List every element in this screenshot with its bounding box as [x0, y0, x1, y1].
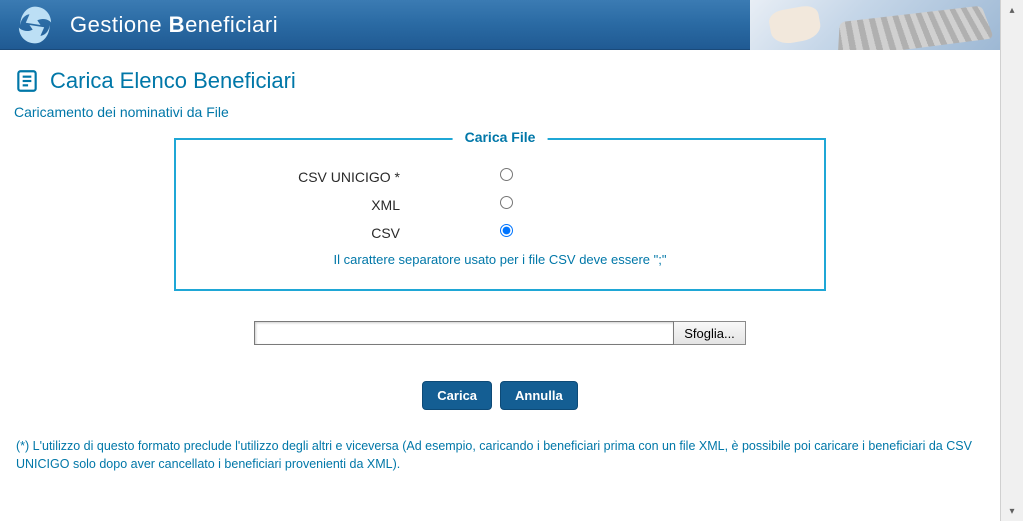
file-path-input[interactable] — [254, 321, 674, 345]
document-icon — [14, 68, 40, 94]
radio-label: CSV — [196, 225, 500, 241]
radio-label: XML — [196, 197, 500, 213]
header-title-rest: eneficiari — [185, 12, 278, 37]
page-subtitle: Caricamento dei nominativi da File — [14, 104, 986, 120]
swirl-logo-icon — [0, 0, 70, 50]
header-banner: Gestione Beneficiari — [0, 0, 1000, 50]
action-row: Carica Annulla — [14, 381, 986, 410]
content: Carica Elenco Beneficiari Caricamento de… — [0, 50, 1000, 483]
page-title-row: Carica Elenco Beneficiari — [14, 68, 986, 94]
header-decorative-image — [750, 0, 1000, 50]
page-title: Carica Elenco Beneficiari — [50, 68, 296, 94]
cancel-button[interactable]: Annulla — [500, 381, 578, 410]
radio-label: CSV UNICIGO * — [196, 169, 500, 185]
load-button[interactable]: Carica — [422, 381, 492, 410]
radio-xml[interactable] — [500, 196, 513, 209]
fieldset-note: Il carattere separatore usato per i file… — [196, 252, 804, 267]
radio-csv[interactable] — [500, 224, 513, 237]
fieldset-legend: Carica File — [453, 129, 548, 145]
radio-row-csv-unicigo: CSV UNICIGO * — [196, 168, 804, 186]
file-input-row: Sfoglia... — [14, 321, 986, 345]
browse-button[interactable]: Sfoglia... — [674, 321, 746, 345]
scroll-down-icon[interactable]: ▾ — [1001, 501, 1023, 521]
header-title: Gestione Beneficiari — [70, 12, 278, 38]
footnote: (*) L'utilizzo di questo formato preclud… — [14, 438, 986, 473]
header-title-strong: B — [169, 12, 185, 37]
header-title-prefix: Gestione — [70, 12, 169, 37]
upload-fieldset: Carica File CSV UNICIGO * XML CSV Il car… — [174, 138, 826, 291]
radio-row-xml: XML — [196, 196, 804, 214]
vertical-scrollbar[interactable]: ▴ ▾ — [1000, 0, 1023, 521]
page-container: Gestione Beneficiari Carica Elenco Benef… — [0, 0, 1000, 521]
radio-row-csv: CSV — [196, 224, 804, 242]
radio-csv-unicigo[interactable] — [500, 168, 513, 181]
scroll-up-icon[interactable]: ▴ — [1001, 0, 1023, 20]
